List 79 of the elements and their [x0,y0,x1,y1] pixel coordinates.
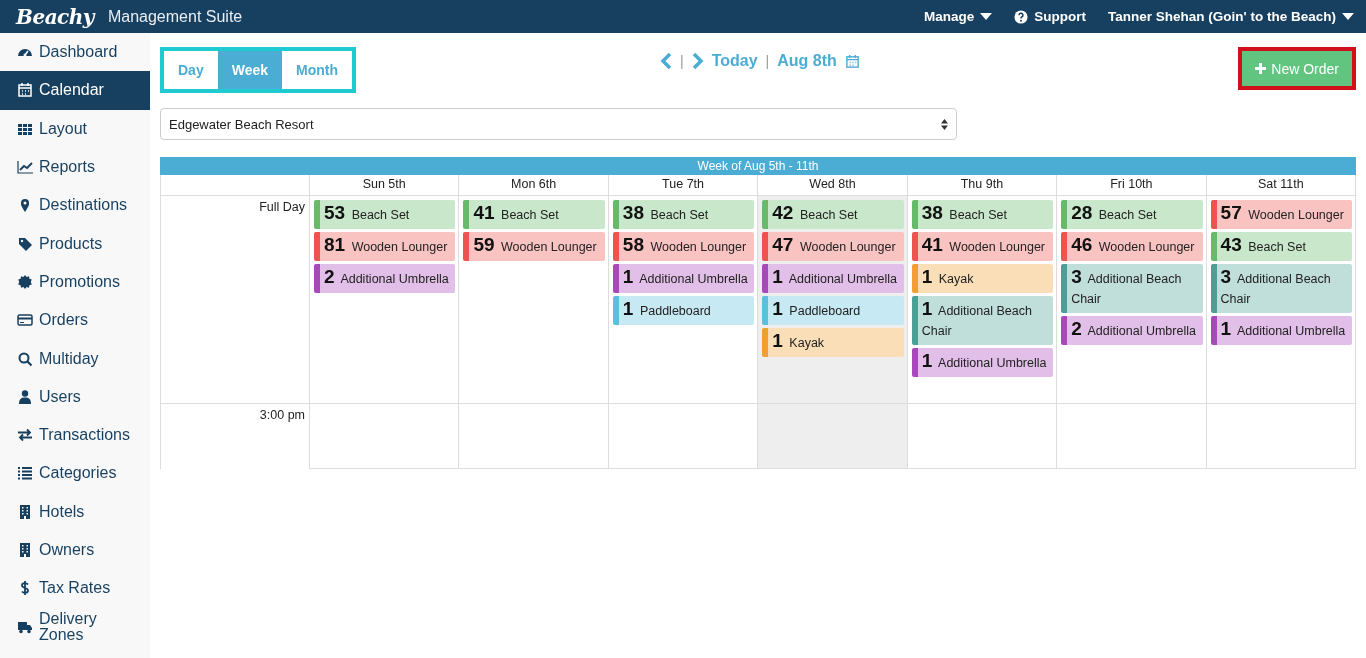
calendar-event[interactable]: 41 Beach Set [463,200,605,229]
calendar-event[interactable]: 1 Kayak [762,328,904,357]
calendar-event[interactable]: 2 Additional Umbrella [1061,316,1203,345]
calendar-event[interactable]: 2 Additional Umbrella [314,264,456,293]
caret-icon [1342,13,1354,20]
calendar-event[interactable]: 1 Paddleboard [762,296,904,325]
time-label: 3:00 pm [259,408,305,422]
select-arrows-icon [941,118,948,130]
calendar-event[interactable]: 1 Additional Umbrella [911,348,1054,377]
caret-icon [980,13,993,20]
calendar-icon[interactable] [844,53,860,69]
header-menu[interactable]: Tanner Shehan (Goin' to the Beach) [1108,9,1354,24]
day-header: Fri 10th [1057,175,1207,196]
line-chart-icon [17,159,33,176]
calendar-event[interactable]: 46 Wooden Lounger [1061,232,1203,261]
calendar-event[interactable]: 53 Beach Set [314,200,456,229]
list-icon [17,465,33,482]
calendar-event[interactable]: 1 Additional Umbrella [762,264,904,293]
calendar-event[interactable]: 81 Wooden Lounger [314,232,456,261]
logo: Beachy [16,4,94,29]
day-header: Tue 7th [608,175,759,196]
calendar-event[interactable]: 43 Beach Set [1210,232,1352,261]
week-title: Week of Aug 5th - 11th [160,157,1356,175]
calendar-event[interactable]: 1 Kayak [911,264,1054,293]
header-menu[interactable]: Support [1014,9,1086,24]
calendar-event[interactable]: 1 Additional Beach Chair [911,296,1054,345]
calendar-event[interactable]: 28 Beach Set [1061,200,1203,229]
chevron-right-icon[interactable] [691,52,704,70]
separator-text: | [680,53,684,69]
sidebar-item[interactable]: Multiday [0,339,150,378]
help-icon [1014,9,1029,24]
calendar-event[interactable]: 1 Additional Umbrella [1210,316,1352,345]
calendar-event[interactable]: 47 Wooden Lounger [762,232,904,261]
sidebar-item[interactable]: Calendar [0,71,150,110]
sidebar-item[interactable]: Transactions [0,415,150,455]
location-select[interactable]: Edgewater Beach Resort [160,108,957,140]
sidebar-item[interactable]: Orders [0,301,150,340]
chevron-left-icon[interactable] [660,52,672,70]
sidebar-item[interactable]: Promotions [0,262,150,302]
building-icon [17,503,33,520]
calendar-event[interactable]: 3 Additional Beach Chair [1210,264,1352,313]
building-icon [17,542,33,558]
sidebar-item[interactable]: Reports [0,147,150,187]
sidebar-item[interactable]: Products [0,224,150,263]
day-header: Sat 11th [1206,175,1356,196]
swap-arrows-icon [17,427,33,444]
sidebar-item[interactable]: Delivery Zones [0,607,150,646]
calendar-event[interactable]: 59 Wooden Lounger [463,232,605,261]
sidebar-item[interactable]: Layout [0,109,150,148]
calendar-event[interactable]: 3 Additional Beach Chair [1061,264,1203,313]
day-header: Sun 5th [310,175,460,196]
app-title: Management Suite [107,7,243,26]
separator-text: | [765,53,770,69]
calendar-event[interactable]: 41 Wooden Lounger [911,232,1054,261]
time-label: Full Day [259,200,305,214]
sidebar-item[interactable]: Owners [0,530,150,570]
calendar-event[interactable]: 38 Beach Set [911,200,1054,229]
tag-icon [17,235,33,252]
calendar-event[interactable]: 38 Beach Set [612,200,755,229]
sidebar-item[interactable]: Dashboard [0,33,150,72]
calendar-event[interactable]: 1 Paddleboard [612,296,755,325]
credit-card-icon [17,312,33,329]
sidebar-item[interactable]: Categories [0,454,150,493]
search-icon [17,350,33,367]
sidebar-item[interactable]: Tax Rates [0,569,150,608]
sidebar-item[interactable]: Users [0,377,150,416]
user-icon [17,388,33,405]
header-menu[interactable]: Manage [924,9,993,24]
calendar-event[interactable]: 1 Additional Umbrella [612,264,755,293]
calendar-icon [17,82,33,99]
calendar-event[interactable]: 57 Wooden Lounger [1210,200,1352,229]
calendar-event[interactable]: 58 Wooden Lounger [612,232,755,261]
badge-icon [17,273,33,290]
plus-icon [1255,63,1267,74]
sidebar-item[interactable]: Destinations [0,186,150,225]
calendar-event[interactable]: 42 Beach Set [762,200,904,229]
day-header: Thu 9th [907,175,1058,196]
day-header: Mon 6th [459,175,609,196]
sidebar-item[interactable]: Hotels [0,492,150,531]
